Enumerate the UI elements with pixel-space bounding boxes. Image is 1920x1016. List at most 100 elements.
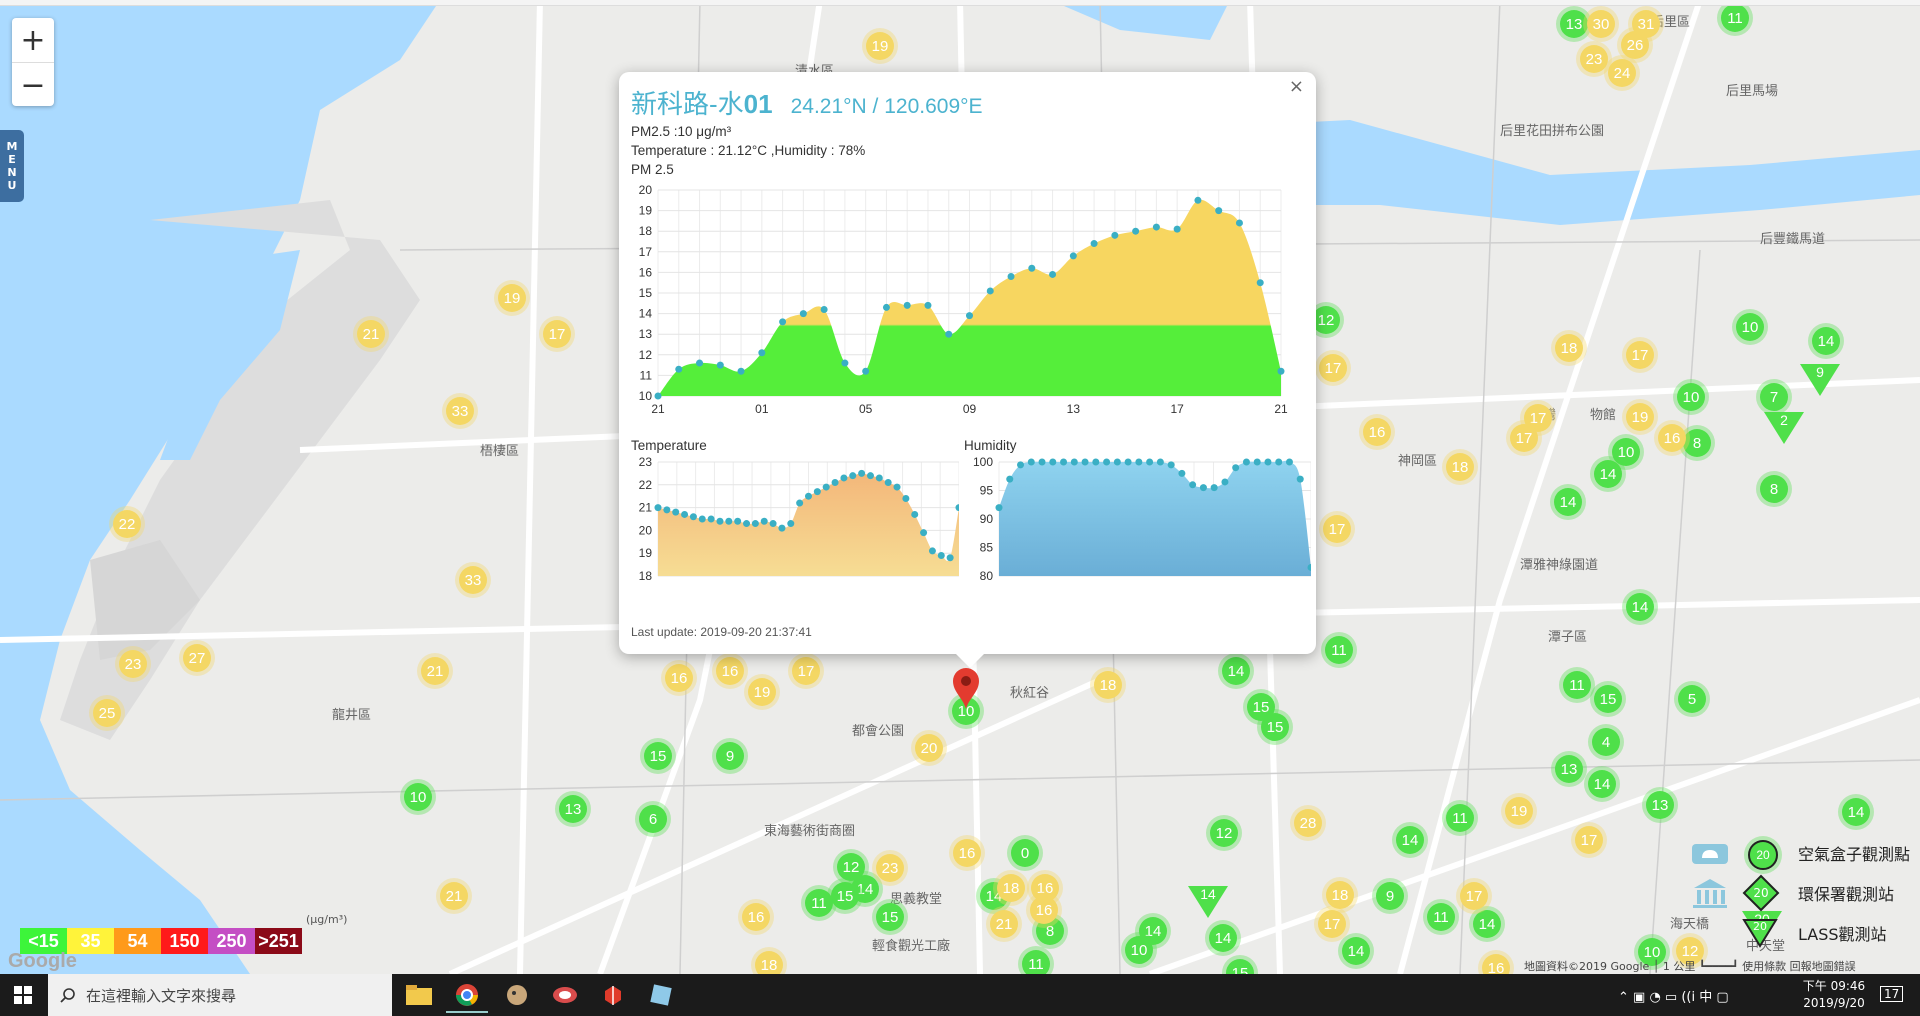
airbox-marker-green[interactable]: 10 xyxy=(1677,383,1705,411)
airbox-marker-yellow[interactable]: 16 xyxy=(953,839,981,867)
airbox-marker-green[interactable]: 15 xyxy=(1261,713,1289,741)
airbox-marker-yellow[interactable]: 17 xyxy=(543,320,571,348)
airbox-marker-yellow[interactable]: 17 xyxy=(1626,341,1654,369)
airbox-marker-yellow[interactable]: 17 xyxy=(1510,424,1538,452)
airbox-marker-green[interactable]: 14 xyxy=(1473,910,1501,938)
lass-marker[interactable]: 14 xyxy=(1188,886,1228,918)
airbox-marker-green[interactable]: 11 xyxy=(1563,671,1591,699)
app-icon[interactable] xyxy=(544,979,586,1011)
airbox-marker-green[interactable]: 14 xyxy=(1396,826,1424,854)
airbox-marker-yellow[interactable]: 33 xyxy=(446,397,474,425)
airbox-marker-green[interactable]: 14 xyxy=(1588,770,1616,798)
clock[interactable]: 下午 09:46 2019/9/20 xyxy=(1800,978,1868,1012)
airbox-marker-green[interactable]: 9 xyxy=(1376,882,1404,910)
airbox-marker-green[interactable]: 0 xyxy=(1011,839,1039,867)
airbox-marker-yellow[interactable]: 28 xyxy=(1294,809,1322,837)
zoom-out-button[interactable]: − xyxy=(12,63,54,107)
airbox-marker-green[interactable]: 14 xyxy=(1209,924,1237,952)
airbox-marker-green[interactable]: 14 xyxy=(1594,460,1622,488)
airbox-marker-green[interactable]: 8 xyxy=(1760,475,1788,503)
popup-close-button[interactable]: × xyxy=(1289,76,1304,97)
airbox-marker-yellow[interactable]: 21 xyxy=(990,910,1018,938)
airbox-marker-yellow[interactable]: 19 xyxy=(1626,403,1654,431)
airbox-marker-yellow[interactable]: 23 xyxy=(119,650,147,678)
airbox-marker-yellow[interactable]: 18 xyxy=(1094,671,1122,699)
airbox-marker-green[interactable]: 8 xyxy=(1683,429,1711,457)
airbox-marker-green[interactable]: 11 xyxy=(805,889,833,917)
zoom-in-button[interactable]: + xyxy=(12,18,54,63)
airbox-marker-green[interactable]: 11 xyxy=(1427,903,1455,931)
airbox-marker-yellow[interactable]: 24 xyxy=(1608,59,1636,87)
airbox-marker-green[interactable]: 13 xyxy=(1555,755,1583,783)
airbox-marker-yellow[interactable]: 16 xyxy=(742,903,770,931)
airbox-marker-yellow[interactable]: 17 xyxy=(1323,515,1351,543)
airbox-marker-yellow[interactable]: 21 xyxy=(357,320,385,348)
airbox-marker-yellow[interactable]: 18 xyxy=(755,951,783,974)
sketchup-icon[interactable] xyxy=(592,979,634,1011)
airbox-marker-yellow[interactable]: 26 xyxy=(1621,31,1649,59)
airbox-marker-yellow[interactable]: 18 xyxy=(1555,334,1583,362)
airbox-marker-green[interactable]: 10 xyxy=(1736,313,1764,341)
airbox-marker-green[interactable]: 11 xyxy=(1446,804,1474,832)
airbox-marker-yellow[interactable]: 19 xyxy=(866,32,894,60)
lass-marker[interactable]: 2 xyxy=(1764,412,1804,444)
airbox-marker-green[interactable]: 10 xyxy=(404,783,432,811)
airbox-marker-green[interactable]: 10 xyxy=(1125,936,1153,964)
airbox-marker-green[interactable]: 14 xyxy=(1812,327,1840,355)
airbox-marker-green[interactable]: 5 xyxy=(1678,685,1706,713)
airbox-marker-yellow[interactable]: 17 xyxy=(1319,354,1347,382)
map-attribution[interactable]: 地圖資料©2019 Google │ 1 公里 ┗━━━━┛ 使用條款 回報地圖… xyxy=(1524,958,1856,974)
airbox-marker-green[interactable]: 15 xyxy=(1594,685,1622,713)
airbox-marker-green[interactable]: 7 xyxy=(1760,383,1788,411)
airbox-marker-yellow[interactable]: 16 xyxy=(665,664,693,692)
airbox-marker-green[interactable]: 15 xyxy=(644,742,672,770)
airbox-marker-green[interactable]: 6 xyxy=(639,805,667,833)
airbox-marker-yellow[interactable]: 16 xyxy=(1030,896,1058,924)
airbox-marker-yellow[interactable]: 20 xyxy=(915,734,943,762)
airbox-marker-green[interactable]: 9 xyxy=(716,742,744,770)
airbox-marker-green[interactable]: 13 xyxy=(1560,10,1588,38)
airbox-marker-yellow[interactable]: 19 xyxy=(748,678,776,706)
menu-tab[interactable]: M E N U xyxy=(0,130,24,202)
airbox-marker-yellow[interactable]: 22 xyxy=(113,510,141,538)
airbox-marker-green[interactable]: 14 xyxy=(1554,488,1582,516)
airbox-marker-yellow[interactable]: 17 xyxy=(792,657,820,685)
lass-marker[interactable]: 9 xyxy=(1800,364,1840,396)
airbox-marker-yellow[interactable]: 16 xyxy=(1363,418,1391,446)
airbox-marker-green[interactable]: 11 xyxy=(1022,950,1050,974)
location-pin-icon[interactable] xyxy=(951,666,981,710)
airbox-marker-green[interactable]: 14 xyxy=(1842,798,1870,826)
airbox-marker-yellow[interactable]: 23 xyxy=(1580,45,1608,73)
airbox-marker-yellow[interactable]: 16 xyxy=(1482,954,1510,974)
taskbar-search[interactable]: 在這裡輸入文字來搜尋 xyxy=(48,974,392,1016)
airbox-marker-green[interactable]: 15 xyxy=(831,882,859,910)
airbox-marker-yellow[interactable]: 21 xyxy=(421,657,449,685)
airbox-marker-green[interactable]: 12 xyxy=(1210,819,1238,847)
airbox-marker-yellow[interactable]: 33 xyxy=(459,566,487,594)
airbox-marker-green[interactable]: 11 xyxy=(1721,4,1749,32)
airbox-marker-green[interactable]: 14 xyxy=(1626,593,1654,621)
airbox-marker-yellow[interactable]: 16 xyxy=(716,657,744,685)
airbox-marker-yellow[interactable]: 17 xyxy=(1318,910,1346,938)
airbox-marker-yellow[interactable]: 17 xyxy=(1460,882,1488,910)
windows-start-icon[interactable] xyxy=(14,986,32,1004)
chrome-icon[interactable] xyxy=(446,979,488,1013)
airbox-marker-green[interactable]: 12 xyxy=(1312,306,1340,334)
airbox-marker-green[interactable]: 14 xyxy=(1342,937,1370,965)
airbox-marker-yellow[interactable]: 16 xyxy=(1658,424,1686,452)
airbox-marker-yellow[interactable]: 21 xyxy=(440,882,468,910)
airbox-marker-yellow[interactable]: 23 xyxy=(876,854,904,882)
airbox-marker-green[interactable]: 13 xyxy=(1646,791,1674,819)
airbox-marker-yellow[interactable]: 25 xyxy=(93,699,121,727)
airbox-marker-yellow[interactable]: 19 xyxy=(1505,797,1533,825)
airbox-marker-green[interactable]: 11 xyxy=(1325,636,1353,664)
notification-center-icon[interactable]: 17 xyxy=(1880,986,1904,1002)
system-tray[interactable]: ⌃ ▣ ◔ ▭ ((i 中 ▢ xyxy=(1618,986,1729,1005)
airbox-marker-yellow[interactable]: 27 xyxy=(183,644,211,672)
airbox-marker-yellow[interactable]: 18 xyxy=(997,874,1025,902)
airbox-marker-yellow[interactable]: 30 xyxy=(1587,10,1615,38)
airbox-marker-green[interactable]: 4 xyxy=(1592,728,1620,756)
airbox-marker-yellow[interactable]: 17 xyxy=(1575,826,1603,854)
airbox-marker-yellow[interactable]: 18 xyxy=(1446,453,1474,481)
airbox-marker-yellow[interactable]: 19 xyxy=(498,284,526,312)
